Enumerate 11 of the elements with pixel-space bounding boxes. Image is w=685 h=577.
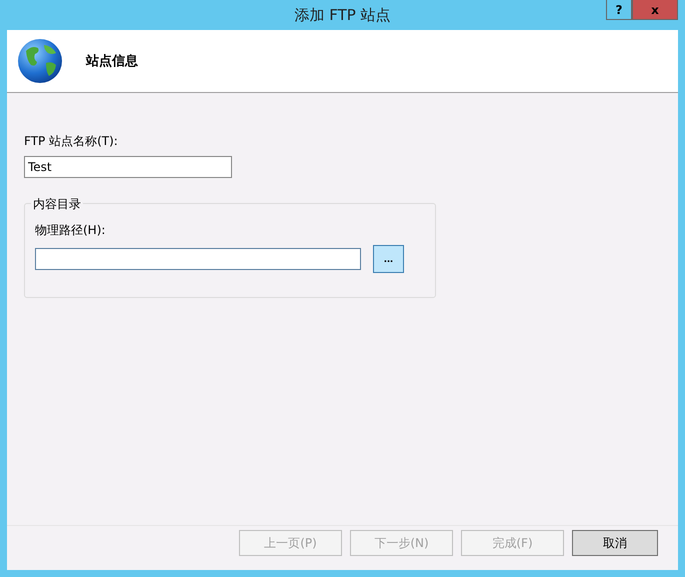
site-name-field[interactable]: Test <box>24 156 232 178</box>
path-field[interactable] <box>35 248 361 270</box>
page-title: 站点信息 <box>86 53 138 70</box>
close-button[interactable]: x <box>632 0 678 20</box>
browse-button[interactable]: ... <box>373 245 404 273</box>
dialog-button[interactable]: 取消 <box>572 530 658 556</box>
field-label: FTP 站点名称(T): <box>24 133 118 150</box>
globe-icon <box>16 37 64 85</box>
field-label: 物理路径(H): <box>35 222 106 239</box>
window-title: 添加 FTP 站点 <box>294 6 391 24</box>
help-button[interactable]: ? <box>606 0 632 20</box>
